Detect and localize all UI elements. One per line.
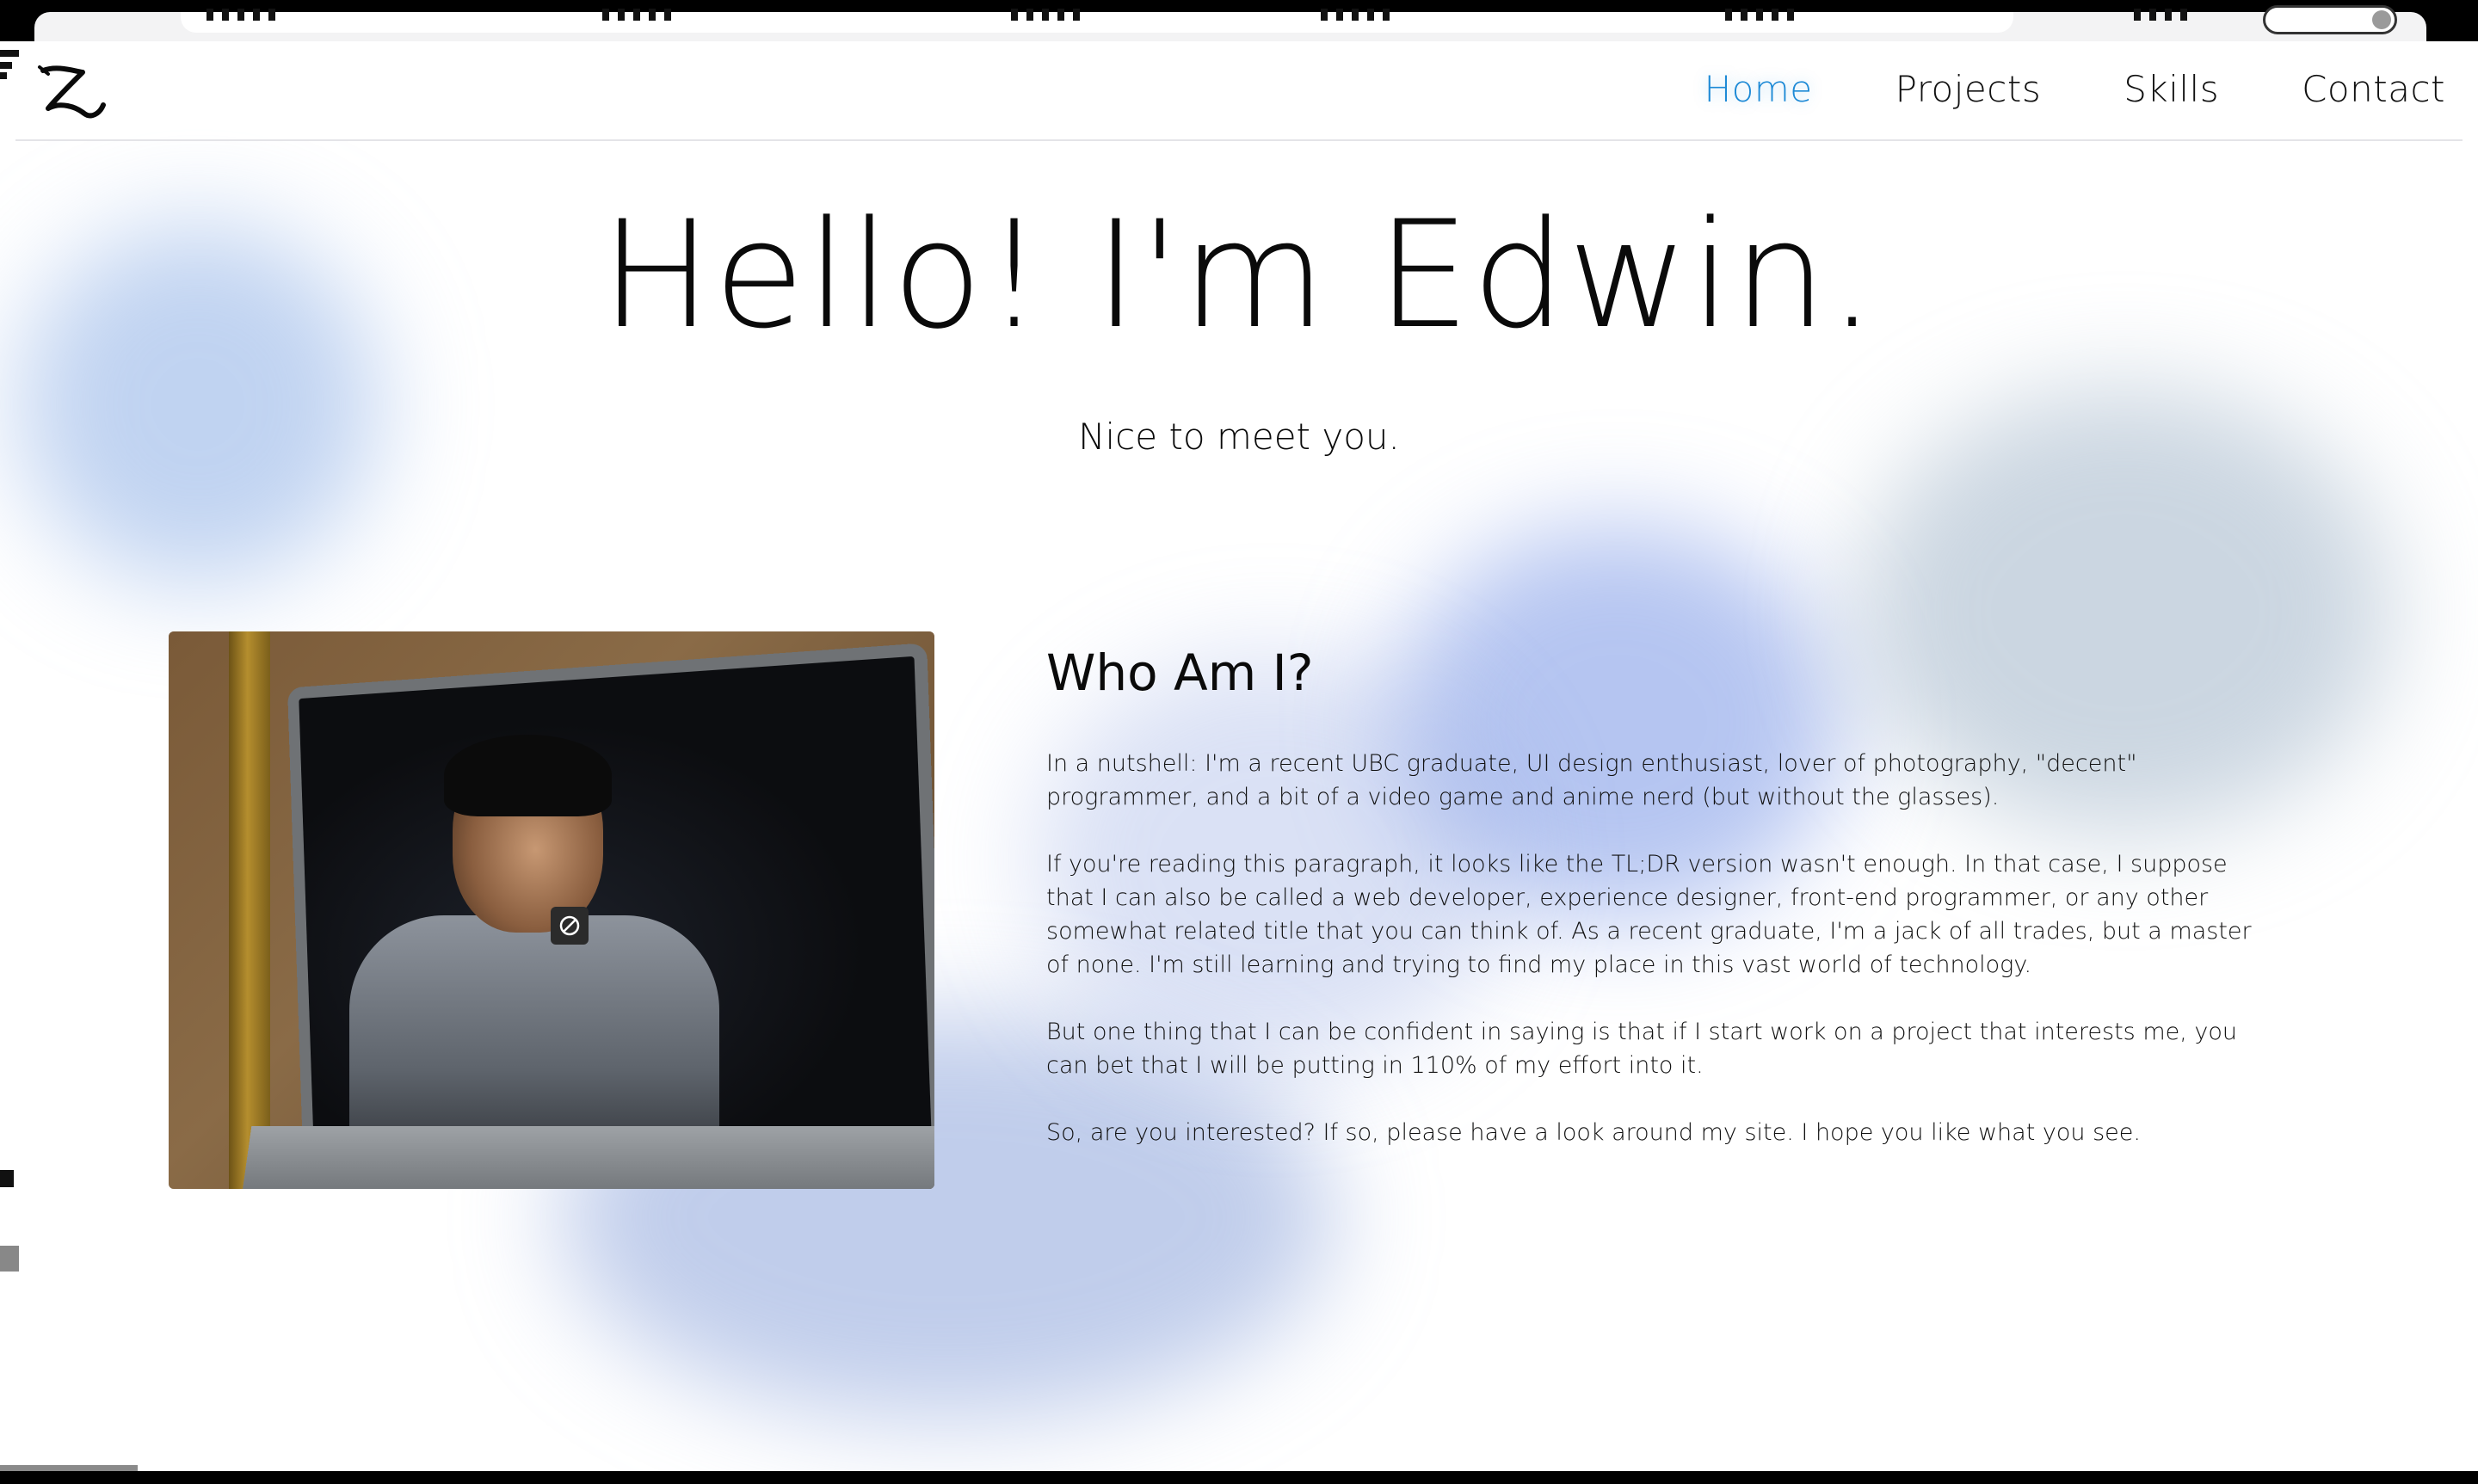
about-paragraph: So, are you interested? If so, please ha…: [1046, 1119, 2141, 1146]
bottom-strip: [0, 1471, 2478, 1484]
browser-chrome-strip: [0, 0, 2478, 41]
z-logo-icon: [38, 65, 106, 119]
about-section: Who Am I? In a nutshell: I'm a recent UB…: [1046, 637, 2268, 1183]
hero-title: Hello! I'm Edwin.: [601, 188, 1877, 361]
nav-link-projects[interactable]: Projects: [1895, 65, 2042, 114]
browser-tick-marks: [2134, 9, 2187, 21]
browser-tick-marks: [1321, 9, 1390, 21]
profile-photo: [169, 631, 934, 1189]
nav-link-skills[interactable]: Skills: [2124, 65, 2219, 114]
browser-tick-marks: [206, 9, 275, 21]
photo-pole: [229, 631, 270, 1189]
edge-artifact: [0, 1170, 14, 1187]
site-logo[interactable]: [31, 58, 108, 127]
about-heading: Who Am I?: [1046, 643, 1314, 702]
toggle-knob: [2372, 10, 2391, 29]
hero-subtitle: Nice to meet you.: [1078, 416, 1400, 458]
nav-link-home[interactable]: Home: [1704, 65, 1813, 114]
site-navbar: Home Projects Skills Contact: [15, 41, 2463, 141]
browser-tick-marks: [602, 9, 671, 21]
browser-tick-marks: [1725, 9, 1794, 21]
edge-artifact: [0, 1246, 19, 1272]
photo-person-hair: [444, 735, 612, 816]
nav-link-contact[interactable]: Contact: [2302, 65, 2445, 114]
screen: Home Projects Skills Contact Hello! I'm …: [0, 0, 2478, 1484]
photo-keyboard: [240, 1126, 934, 1189]
about-paragraph: In a nutshell: I'm a recent UBC graduate…: [1046, 750, 2137, 810]
edge-artifact: [0, 50, 19, 57]
edge-artifact: [0, 72, 7, 79]
browser-toggle[interactable]: [2263, 5, 2397, 34]
blocked-icon[interactable]: [551, 907, 589, 945]
about-paragraph: If you're reading this paragraph, it loo…: [1046, 851, 2252, 978]
about-paragraph: But one thing that I can be confident in…: [1046, 1019, 2238, 1079]
nav-links: Home Projects Skills Contact: [1704, 65, 2445, 114]
edge-artifact: [0, 62, 12, 69]
browser-tick-marks: [1011, 9, 1080, 21]
blocked-icon-glyph: [559, 915, 580, 936]
